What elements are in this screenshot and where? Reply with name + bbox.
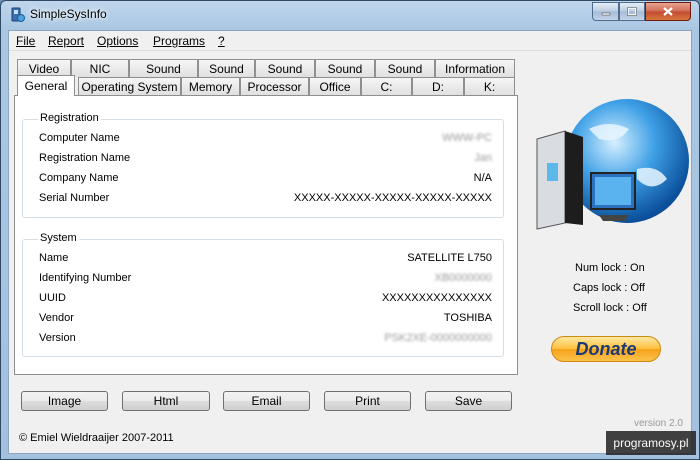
identifying-number-label: Identifying Number [39,272,132,284]
tab-nic[interactable]: NIC [71,59,129,77]
company-name-label: Company Name [39,172,119,184]
menu-file[interactable]: File [16,34,35,48]
tab-sound-5[interactable]: Sound [375,59,435,77]
tab-sound-4[interactable]: Sound [315,59,375,77]
version-text: version 2.0 [634,418,683,429]
print-button[interactable]: Print [324,391,411,411]
caps-lock-status: Caps lock : Off [573,282,645,294]
maximize-button[interactable] [619,2,645,21]
computer-name-value: WWW-PC [442,132,492,144]
menu-options[interactable]: Options [97,34,138,48]
save-button[interactable]: Save [425,391,512,411]
title-bar[interactable]: SimpleSysInfo [1,1,699,29]
window-title: SimpleSysInfo [30,7,107,21]
registration-name-label: Registration Name [39,152,131,164]
menu-bar: File Report Options Programs ? [9,31,691,51]
identifying-number-value: XB0000000 [434,272,493,284]
tab-drive-d[interactable]: D: [412,77,464,95]
registration-name-value: Jan [474,152,492,164]
vendor-label: Vendor [39,312,74,324]
maximize-icon [627,7,637,16]
tab-office[interactable]: Office [309,77,361,95]
email-button[interactable]: Email [223,391,310,411]
copyright-text: © Emiel Wieldraaijer 2007-2011 [19,432,174,444]
version-label: Version [39,332,76,344]
tab-operating-system[interactable]: Operating System [78,77,181,95]
menu-help[interactable]: ? [218,34,225,48]
minimize-button[interactable] [592,2,619,21]
registration-group-title: Registration [38,112,101,124]
donate-button[interactable]: Donate [551,336,661,362]
uuid-label: UUID [39,292,66,304]
scroll-lock-status: Scroll lock : Off [573,302,647,314]
tab-sound-1[interactable]: Sound [129,59,198,77]
menu-report[interactable]: Report [48,34,84,48]
app-window: SimpleSysInfo File Report Options Progra… [0,0,700,460]
tab-sound-2[interactable]: Sound [198,59,255,77]
html-button[interactable]: Html [122,391,210,411]
image-button[interactable]: Image [21,391,108,411]
vendor-value: TOSHIBA [443,312,492,324]
minimize-icon [601,12,610,15]
num-lock-status: Num lock : On [575,262,645,274]
tab-memory[interactable]: Memory [181,77,240,95]
computer-name-label: Computer Name [39,132,120,144]
app-icon [11,7,25,22]
system-group-title: System [38,232,79,244]
system-name-value: SATELLITE L750 [407,252,492,264]
computer-globe-icon [536,99,689,230]
serial-number-label: Serial Number [39,192,110,204]
tab-information[interactable]: Information [435,59,515,77]
watermark: programosy.pl [606,431,696,455]
serial-number-value: XXXXX-XXXXX-XXXXX-XXXXX-XXXXX [293,192,492,204]
tab-general[interactable]: General [17,75,75,96]
menu-programs[interactable]: Programs [153,34,205,48]
uuid-value: XXXXXXXXXXXXXXX [381,292,492,304]
close-icon [663,7,673,16]
tab-drive-c[interactable]: C: [361,77,412,95]
tab-sound-3[interactable]: Sound [255,59,315,77]
version-value: PSK2XE-0000000000 [384,332,492,344]
close-button[interactable] [645,2,691,21]
company-name-value: N/A [473,172,492,184]
system-name-label: Name [39,252,69,264]
tab-processor[interactable]: Processor [240,77,309,95]
tab-drive-k[interactable]: K: [464,77,515,95]
